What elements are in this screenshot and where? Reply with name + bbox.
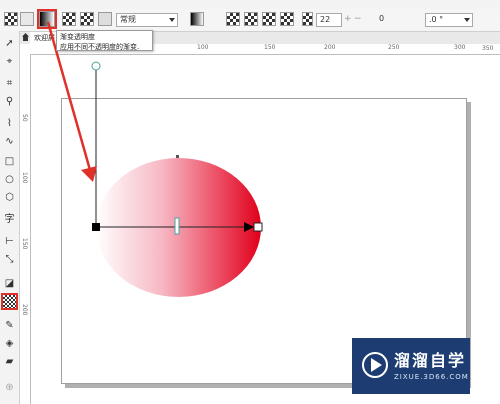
play-logo-icon bbox=[362, 352, 388, 378]
annotation-arrowhead bbox=[81, 166, 97, 182]
rotation-handle bbox=[91, 61, 101, 71]
watermark-name: 溜溜自学 bbox=[394, 351, 467, 370]
watermark-url: ZIXUE.3D66.COM bbox=[394, 373, 469, 381]
tooltip-title: 渐变透明度 bbox=[60, 33, 95, 41]
gradient-start-node bbox=[92, 223, 100, 231]
gradient-end-node bbox=[253, 222, 263, 232]
gradient-arrowhead bbox=[244, 222, 254, 232]
watermark-logo: 溜溜自学 ZIXUE.3D66.COM bbox=[352, 338, 470, 394]
tooltip: 渐变透明度 应用不同不透明度的渐变. bbox=[56, 30, 153, 51]
tooltip-description: 应用不同不透明度的渐变. bbox=[60, 43, 140, 51]
gradient-midpoint-slider bbox=[174, 217, 180, 235]
